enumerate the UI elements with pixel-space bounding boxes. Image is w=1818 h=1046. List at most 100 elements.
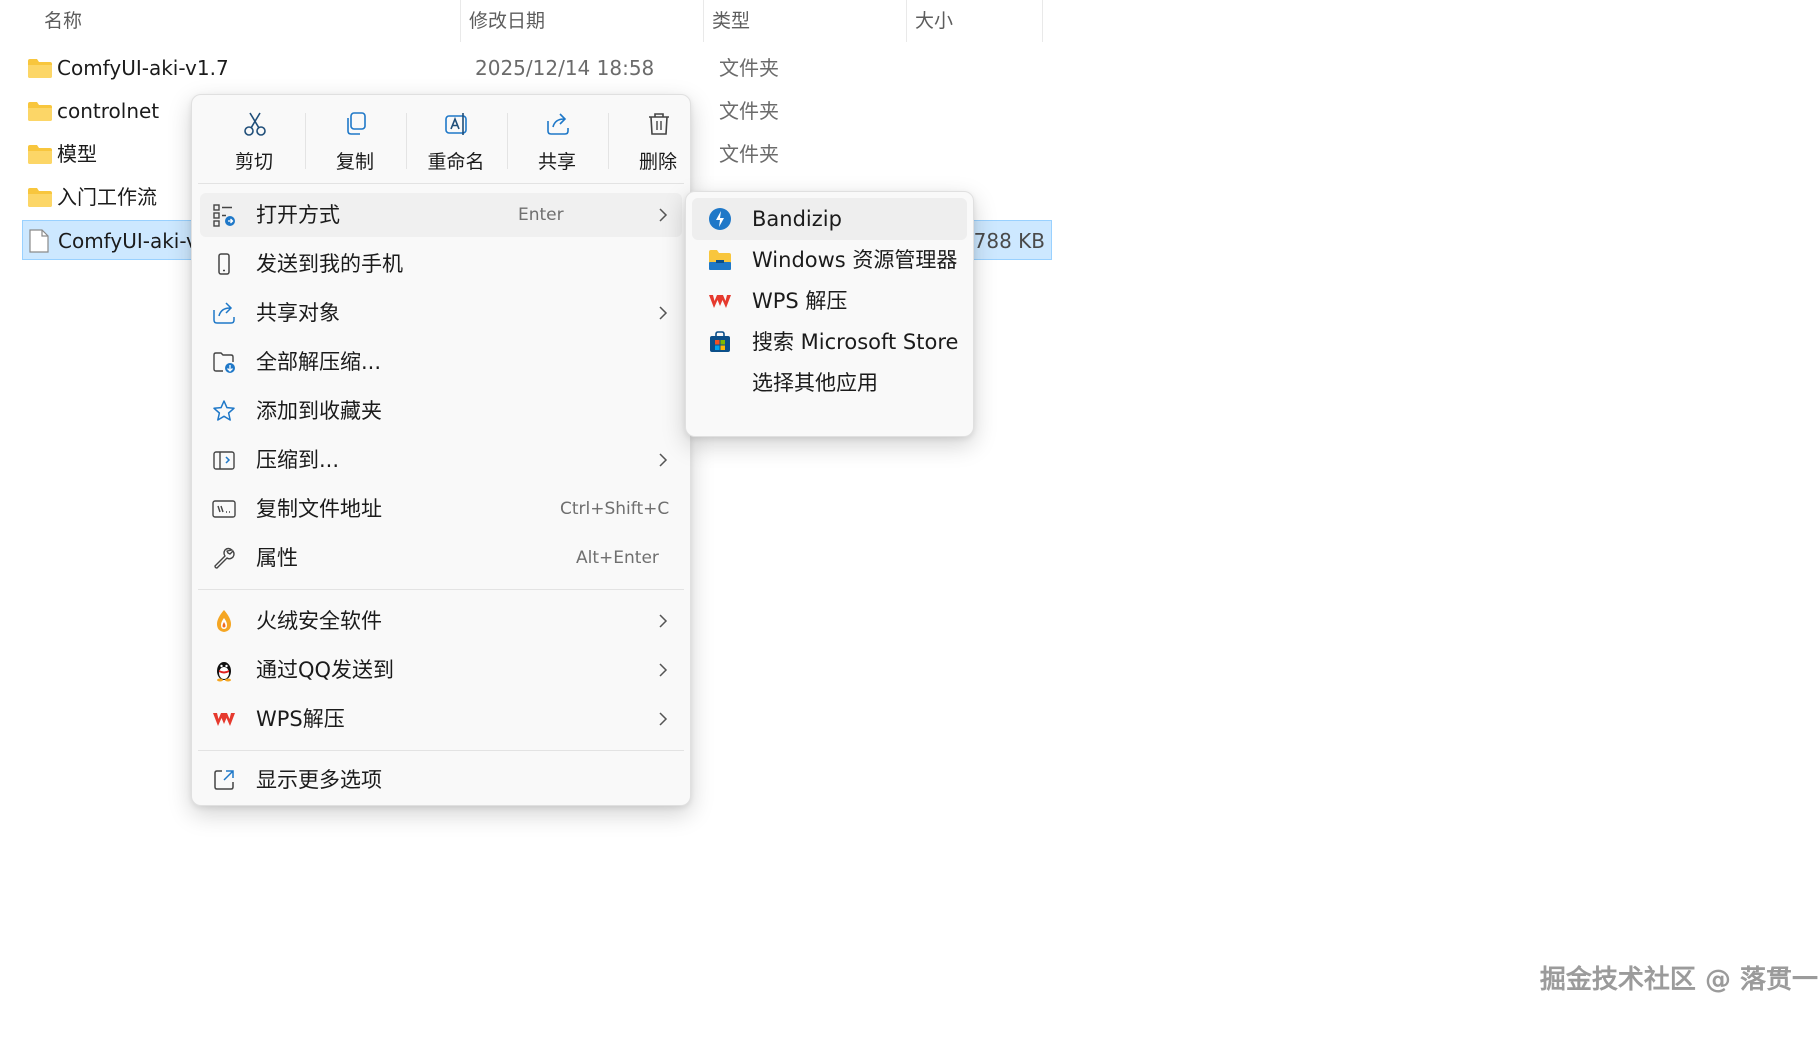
menu-item-properties[interactable]: 属性 Alt+Enter (200, 536, 682, 580)
menu-item-label: 显示更多选项 (256, 768, 382, 792)
folder-icon (28, 145, 52, 164)
menu-item-label: 共享对象 (256, 301, 340, 325)
quick-action-divider (406, 113, 407, 169)
star-icon (213, 400, 235, 421)
menu-divider (198, 750, 684, 751)
submenu-item-label: 搜索 Microsoft Store (752, 330, 959, 354)
submenu-item-label: Windows 资源管理器 (752, 248, 958, 272)
open-with-icon (213, 204, 235, 227)
column-divider[interactable] (906, 0, 907, 42)
chevron-right-icon (659, 663, 668, 677)
column-divider[interactable] (703, 0, 704, 42)
wrench-icon (214, 547, 235, 569)
menu-item-label: 压缩到... (256, 448, 340, 472)
sort-ascending-icon: ^ (244, 0, 256, 10)
quick-action-divider (507, 113, 508, 169)
menu-item-add-to-favorites[interactable]: 添加到收藏夹 (200, 389, 682, 433)
quick-action-divider (305, 113, 306, 169)
column-header-size[interactable]: 大小 (915, 0, 953, 42)
menu-item-compress-to[interactable]: 压缩到... (200, 438, 682, 482)
scissors-icon (244, 112, 266, 136)
menu-item-send-via-qq[interactable]: 通过QQ发送到 (200, 648, 682, 692)
menu-item-label: 全部解压缩... (256, 350, 382, 374)
file-name: 模型 (57, 142, 97, 166)
context-menu: 剪切 复制 重命名 共享 删除 打开方式 Enter 发送到我的手机 共享对象 … (191, 94, 691, 806)
menu-item-label: 复制文件地址 (256, 497, 382, 521)
open-with-choose-other-app[interactable]: 选择其他应用 (692, 362, 967, 404)
folder-icon (28, 188, 52, 207)
open-with-windows-explorer[interactable]: Windows 资源管理器 (692, 239, 967, 281)
copy-icon (347, 112, 366, 135)
menu-item-shortcut: Ctrl+Shift+C (560, 499, 670, 519)
submenu-item-label: 选择其他应用 (752, 371, 878, 395)
file-name: ComfyUI-aki-v1.7 (57, 56, 229, 80)
more-options-icon (214, 770, 234, 790)
menu-item-label: 发送到我的手机 (256, 252, 403, 276)
qq-icon (217, 662, 231, 682)
chevron-right-icon (659, 306, 668, 320)
file-type: 文件夹 (719, 56, 779, 80)
column-header-type[interactable]: 类型 (712, 0, 750, 42)
rename-label: 重命名 (427, 151, 485, 173)
open-with-wps-extract[interactable]: WPS 解压 (692, 280, 967, 322)
phone-icon (218, 253, 230, 275)
open-with-search-store[interactable]: 搜索 Microsoft Store (692, 321, 967, 363)
delete-button[interactable]: 删除 (610, 101, 706, 179)
menu-divider (198, 589, 684, 590)
trash-icon (649, 113, 669, 135)
quick-action-divider (608, 113, 609, 169)
cut-button[interactable]: 剪切 (206, 101, 302, 179)
chevron-right-icon (659, 712, 668, 726)
folder-icon (28, 59, 52, 78)
column-divider[interactable] (1042, 0, 1043, 42)
folder-icon (28, 102, 52, 121)
rename-button[interactable]: 重命名 (408, 101, 504, 179)
file-icon (29, 229, 49, 253)
rename-icon (445, 113, 467, 135)
menu-item-open-with[interactable]: 打开方式 Enter (200, 193, 682, 237)
menu-item-share-to[interactable]: 共享对象 (200, 291, 682, 335)
copy-button[interactable]: 复制 (307, 101, 403, 179)
file-row[interactable]: ComfyUI-aki-v1.7 2025/12/14 18:58 文件夹 (22, 48, 1052, 88)
watermark: 掘金技术社区 @ 落贯一 (1539, 965, 1818, 995)
file-modified-date: 2025/12/14 18:58 (475, 56, 655, 80)
share-label: 共享 (537, 151, 576, 173)
chevron-right-icon (659, 614, 668, 628)
explorer-folder-icon (709, 250, 731, 270)
extract-all-icon (213, 352, 235, 373)
file-type: 文件夹 (719, 99, 779, 123)
column-header-modified[interactable]: 修改日期 (469, 0, 545, 42)
delete-label: 删除 (638, 151, 677, 173)
menu-item-send-to-phone[interactable]: 发送到我的手机 (200, 242, 682, 286)
share-to-icon (213, 302, 235, 324)
open-with-bandizip[interactable]: Bandizip (692, 198, 967, 240)
menu-item-label: 属性 (256, 546, 298, 570)
column-header-row: 名称 ^ 修改日期 类型 大小 (0, 0, 1060, 42)
share-button[interactable]: 共享 (509, 101, 605, 179)
menu-item-label: 打开方式 (256, 203, 340, 227)
menu-item-extract-all[interactable]: 全部解压缩... (200, 340, 682, 384)
quick-actions-bar: 剪切 复制 重命名 共享 删除 (192, 95, 692, 183)
chevron-right-icon (659, 208, 668, 222)
menu-item-label: 添加到收藏夹 (256, 399, 382, 423)
file-name: 入门工作流 (57, 185, 157, 209)
wps-icon (213, 713, 235, 726)
menu-item-label: WPS解压 (256, 707, 345, 731)
submenu-item-label: WPS 解压 (752, 289, 848, 313)
menu-item-shortcut: Alt+Enter (576, 548, 659, 568)
menu-item-copy-path[interactable]: 复制文件地址 Ctrl+Shift+C (200, 487, 682, 531)
file-name: ComfyUI-aki-v1 (58, 229, 211, 253)
column-header-name[interactable]: 名称 (44, 0, 82, 42)
open-with-submenu: Bandizip Windows 资源管理器 WPS 解压 搜索 Microso… (685, 191, 974, 437)
bandizip-icon (709, 208, 731, 230)
share-icon (547, 113, 569, 135)
menu-item-wps-extract[interactable]: WPS解压 (200, 697, 682, 741)
menu-item-huorong[interactable]: 火绒安全软件 (200, 599, 682, 643)
column-divider[interactable] (460, 0, 461, 42)
huorong-icon (217, 610, 231, 632)
menu-item-show-more-options[interactable]: 显示更多选项 (200, 758, 682, 802)
copy-path-icon (212, 500, 236, 518)
cut-label: 剪切 (234, 151, 273, 173)
menu-item-label: 通过QQ发送到 (256, 658, 395, 682)
file-name: controlnet (57, 99, 160, 123)
